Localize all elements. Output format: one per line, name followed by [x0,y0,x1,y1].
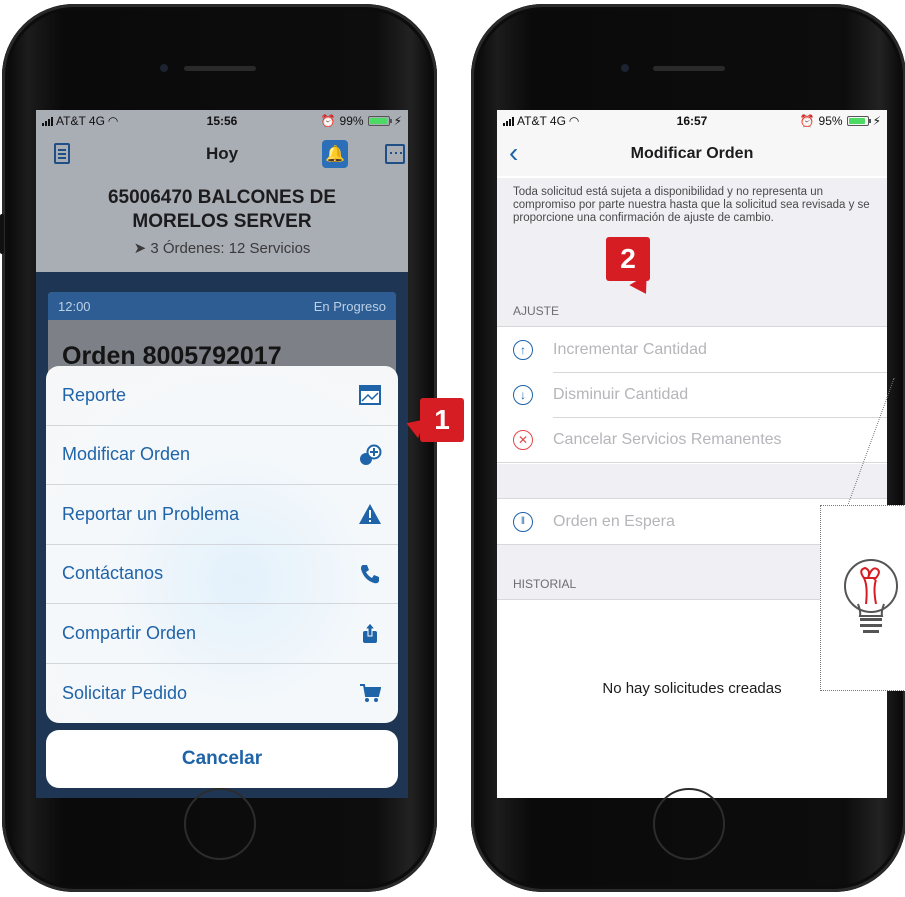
charging-icon: ⚡ [393,114,402,128]
option-label: Cancelar Servicios Remanentes [553,430,782,448]
phone-left: AT&T 4G ◠ 15:56 ⏰ 99% ⚡ Hoy 🔔 65006470 BALC… [0,4,437,892]
signal-icon [503,116,514,126]
pause-circle-icon: ‖ [513,511,533,532]
chart-icon [358,383,382,407]
order-number: Orden 8005792017 [62,342,282,370]
option-disminuir[interactable]: ↓ Disminuir Cantidad [497,372,887,417]
arrow-up-circle-icon: ↑ [513,339,533,360]
sheet-item-label: Compartir Orden [62,622,197,643]
nav-bar: Hoy 🔔 [36,132,408,176]
section-label-historial: HISTORIAL [513,577,577,591]
front-camera [621,64,629,72]
disclaimer-text: Toda solicitud está sujeta a disponibili… [513,186,870,224]
signal-icon [42,116,53,126]
bell-icon[interactable]: 🔔 [322,140,348,168]
calendar-icon[interactable] [385,144,405,164]
cart-icon [358,681,382,705]
option-incrementar[interactable]: ↑ Incrementar Cantidad [497,327,887,372]
battery-icon [846,116,871,126]
phone-right: AT&T 4G ◠ 16:57 ⏰ 95% ⚡ ‹ Modificar Orden T… [471,4,905,892]
sheet-item-label: Solicitar Pedido [62,682,188,703]
ajuste-options: ↑ Incrementar Cantidad ↓ Disminuir Canti… [497,326,887,463]
wifi-icon: ◠ [568,114,580,128]
home-button[interactable] [652,788,725,860]
alarm-icon: ⏰ [320,114,336,128]
section-label-ajuste: AJUSTE [513,304,560,318]
screen-right: AT&T 4G ◠ 16:57 ⏰ 95% ⚡ ‹ Modificar Orden T… [497,110,887,798]
sheet-item-label: Reporte [62,384,127,405]
option-label: Orden en Espera [553,512,675,530]
alarm-icon: ⏰ [799,114,815,128]
x-circle-icon: ✕ [513,429,533,450]
share-icon [358,621,382,645]
card-status: En Progreso [313,298,386,314]
wifi-icon: ◠ [107,114,119,128]
status-bar: AT&T 4G ◠ 16:57 ⏰ 95% ⚡ [497,110,887,132]
volume-button [0,214,4,254]
carrier-label: AT&T 4G [517,114,566,128]
page-title: Modificar Orden [630,145,754,162]
nav-bar: ‹ Modificar Orden [497,132,887,176]
option-cancelar-servicios[interactable]: ✕ Cancelar Servicios Remanentes [497,417,887,462]
order-summary: ➤ 3 Órdenes: 12 Servicios [36,239,408,257]
earpiece-speaker [652,66,725,71]
warning-icon [358,502,382,526]
lightbulb-icon [836,556,905,641]
clock-time: 16:57 [676,114,708,128]
option-label: Incrementar Cantidad [553,340,707,358]
sheet-item-contactanos[interactable]: Contáctanos [46,545,398,604]
battery-icon [367,116,392,126]
sheet-item-label: Reportar un Problema [62,503,240,524]
store-name: 65006470 BALCONES DE MORELOS SERVER [107,187,337,232]
battery-percent: 95% [818,114,843,128]
earpiece-speaker [183,66,256,71]
home-button[interactable] [183,788,256,860]
sheet-item-compartir-orden[interactable]: Compartir Orden [46,604,398,664]
cancel-button[interactable]: Cancelar [46,730,398,788]
screen-left: AT&T 4G ◠ 15:56 ⏰ 99% ⚡ Hoy 🔔 65006470 BALC… [36,110,408,798]
location-arrow-icon: ➤ [133,240,147,257]
tutorial-stage: AT&T 4G ◠ 15:56 ⏰ 99% ⚡ Hoy 🔔 65006470 BALC… [0,0,905,897]
action-sheet: Reporte Modificar Orden Reportar un Prob… [46,366,398,723]
status-bar: AT&T 4G ◠ 15:56 ⏰ 99% ⚡ [36,110,408,132]
sheet-item-modificar-orden[interactable]: Modificar Orden [46,426,398,485]
sheet-item-reporte[interactable]: Reporte [46,366,398,426]
step-badge-2: 2 [606,237,650,281]
order-summary-text: 3 Órdenes: 12 Servicios [150,240,311,257]
front-camera [160,64,168,72]
phone-icon [358,562,382,586]
clock-time: 15:56 [206,114,238,128]
add-pills-icon [358,443,382,467]
sheet-item-label: Modificar Orden [62,444,191,465]
charging-icon: ⚡ [872,114,881,128]
sheet-item-solicitar-pedido[interactable]: Solicitar Pedido [46,664,398,724]
arrow-down-circle-icon: ↓ [513,384,533,405]
battery-percent: 99% [339,114,364,128]
carrier-label: AT&T 4G [56,114,105,128]
step-badge-1: 1 [420,398,464,442]
card-time: 12:00 [58,298,91,314]
store-header: 65006470 BALCONES DE MORELOS SERVER ➤ 3 … [36,176,408,272]
page-title: Hoy [205,144,239,163]
option-label: Disminuir Cantidad [553,385,689,403]
sheet-item-reportar-problema[interactable]: Reportar un Problema [46,485,398,545]
sheet-item-label: Contáctanos [62,563,164,584]
